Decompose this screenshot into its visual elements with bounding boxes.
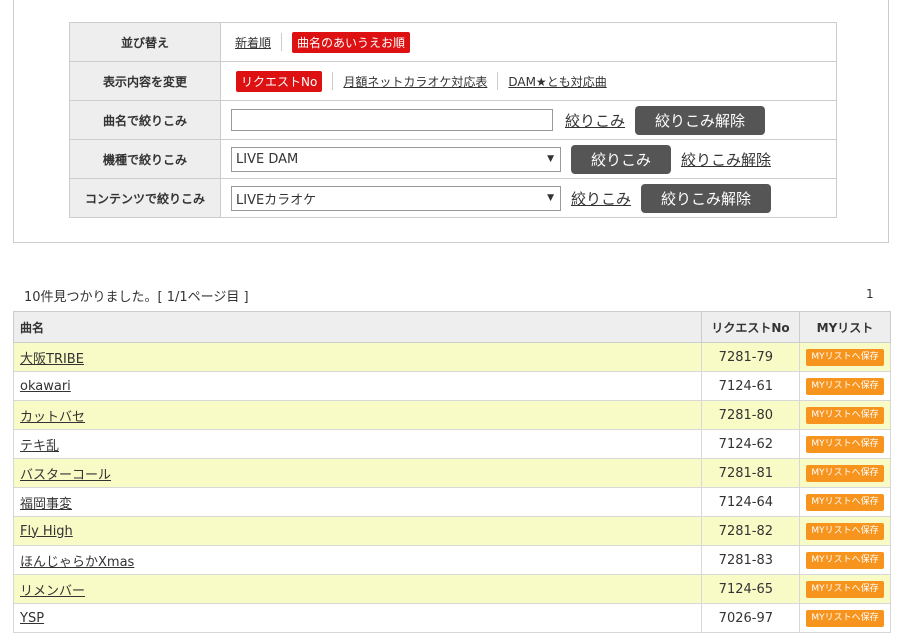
save-to-mylist-button[interactable]: MYリストへ保存 [806, 465, 884, 482]
request-no: 7124-65 [701, 574, 800, 604]
content-label: コンテンツで絞りこみ [69, 178, 221, 218]
table-row: バスターコール 7281-81 MYリストへ保存 [13, 458, 891, 488]
content-clear-button[interactable]: 絞りこみ解除 [641, 183, 772, 213]
table-row: 大阪TRIBE 7281-79 MYリストへ保存 [13, 342, 891, 372]
display-label: 表示内容を変更 [69, 61, 221, 101]
request-no: 7124-64 [701, 487, 800, 517]
request-no: 7124-62 [701, 429, 800, 459]
header-song-name: 曲名 [13, 311, 702, 343]
song-name-apply-link[interactable]: 絞りこみ [565, 110, 625, 131]
model-label: 機種で絞りこみ [69, 139, 221, 179]
request-no: 7281-82 [701, 516, 800, 546]
separator [332, 72, 334, 90]
separator [281, 33, 283, 51]
separator [497, 72, 499, 90]
table-row: Fly High 7281-82 MYリストへ保存 [13, 516, 891, 546]
request-no: 7281-80 [701, 400, 800, 430]
save-to-mylist-button[interactable]: MYリストへ保存 [806, 552, 884, 569]
model-select-value: LIVE DAM [236, 151, 299, 167]
song-title-link[interactable]: okawari [20, 379, 71, 394]
song-title-link[interactable]: テキ乱 [20, 439, 59, 454]
save-to-mylist-button[interactable]: MYリストへ保存 [806, 581, 884, 598]
results-table: 曲名 リクエストNo MYリスト 大阪TRIBE 7281-79 MYリストへ保存 o… [13, 311, 891, 633]
table-header-row: 曲名 リクエストNo MYリスト [13, 311, 891, 343]
table-row: テキ乱 7124-62 MYリストへ保存 [13, 429, 891, 459]
model-select[interactable]: LIVE DAM ▼ [231, 146, 561, 172]
dropdown-arrow-icon: ▼ [547, 154, 554, 164]
filter-panel: 並び替え 新着順 曲名のあいうえお順 表示内容を変更 リクエストNo 月額ネット… [13, 0, 889, 243]
table-row: okawari 7124-61 MYリストへ保存 [13, 371, 891, 401]
filter-row-song-name: 曲名で絞りこみ 絞りこみ 絞りこみ解除 [69, 100, 837, 140]
song-title-link[interactable]: リメンバー [20, 584, 85, 599]
song-title-link[interactable]: バスターコール [20, 468, 111, 483]
display-option-damtomo[interactable]: DAM★とも対応曲 [508, 73, 606, 90]
content-select-value: LIVEカラオケ [236, 192, 317, 208]
filter-row-sort: 並び替え 新着順 曲名のあいうえお順 [69, 22, 837, 62]
request-no: 7124-61 [701, 371, 800, 401]
song-title-link[interactable]: 福岡事変 [20, 497, 72, 512]
header-request-no: リクエストNo [701, 311, 800, 343]
sort-label: 並び替え [69, 22, 221, 62]
pagination-page[interactable]: 1 [866, 287, 874, 301]
filter-row-content: コンテンツで絞りこみ LIVEカラオケ ▼ 絞りこみ 絞りこみ解除 [69, 178, 837, 218]
table-row: 福岡事変 7124-64 MYリストへ保存 [13, 487, 891, 517]
filter-row-model: 機種で絞りこみ LIVE DAM ▼ 絞りこみ 絞りこみ解除 [69, 139, 837, 179]
save-to-mylist-button[interactable]: MYリストへ保存 [806, 494, 884, 511]
request-no: 7281-81 [701, 458, 800, 488]
model-clear-link[interactable]: 絞りこみ解除 [681, 149, 771, 170]
song-title-link[interactable]: 大阪TRIBE [20, 352, 84, 367]
result-summary: 10件見つかりました。[ 1/1ページ目 ] [24, 290, 249, 305]
filter-table: 並び替え 新着順 曲名のあいうえお順 表示内容を変更 リクエストNo 月額ネット… [69, 22, 837, 218]
dropdown-arrow-icon: ▼ [547, 193, 554, 203]
song-title-link[interactable]: YSP [20, 611, 44, 626]
song-title-link[interactable]: カットバセ [20, 410, 85, 425]
song-name-clear-button[interactable]: 絞りこみ解除 [635, 105, 766, 135]
save-to-mylist-button[interactable]: MYリストへ保存 [806, 610, 884, 627]
table-row: ほんじゃらかXmas 7281-83 MYリストへ保存 [13, 545, 891, 575]
display-option-request-no[interactable]: リクエストNo [236, 70, 323, 92]
filter-row-display: 表示内容を変更 リクエストNo 月額ネットカラオケ対応表 DAM★とも対応曲 [69, 61, 837, 101]
save-to-mylist-button[interactable]: MYリストへ保存 [806, 523, 884, 540]
song-title-link[interactable]: Fly High [20, 524, 73, 539]
save-to-mylist-button[interactable]: MYリストへ保存 [806, 378, 884, 395]
header-mylist: MYリスト [799, 311, 891, 343]
save-to-mylist-button[interactable]: MYリストへ保存 [806, 436, 884, 453]
song-name-input[interactable] [231, 109, 553, 131]
content-apply-link[interactable]: 絞りこみ [571, 188, 631, 209]
table-row: リメンバー 7124-65 MYリストへ保存 [13, 574, 891, 604]
table-row: カットバセ 7281-80 MYリストへ保存 [13, 400, 891, 430]
sort-option-newest[interactable]: 新着順 [235, 34, 271, 51]
content-select[interactable]: LIVEカラオケ ▼ [231, 185, 561, 211]
sort-option-aiueo[interactable]: 曲名のあいうえお順 [292, 31, 411, 53]
request-no: 7026-97 [701, 603, 800, 633]
song-title-link[interactable]: ほんじゃらかXmas [20, 555, 134, 570]
request-no: 7281-83 [701, 545, 800, 575]
request-no: 7281-79 [701, 342, 800, 372]
save-to-mylist-button[interactable]: MYリストへ保存 [806, 407, 884, 424]
save-to-mylist-button[interactable]: MYリストへ保存 [806, 349, 884, 366]
model-apply-button[interactable]: 絞りこみ [571, 144, 671, 174]
display-option-monthly-net[interactable]: 月額ネットカラオケ対応表 [343, 73, 487, 90]
song-name-label: 曲名で絞りこみ [69, 100, 221, 140]
table-row: YSP 7026-97 MYリストへ保存 [13, 603, 891, 633]
